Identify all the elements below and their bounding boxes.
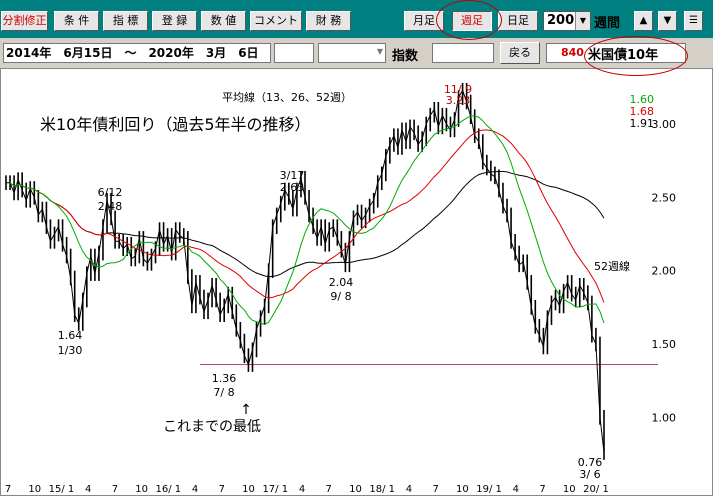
x-tick-label: 7 xyxy=(539,484,545,495)
annotation-label: 1.36 xyxy=(212,372,237,385)
menu-button[interactable]: ☰ xyxy=(684,11,703,31)
ma52-label: 52週線 xyxy=(594,259,630,273)
annotation-value: 2.63 xyxy=(280,181,305,194)
financials-button[interactable]: 財 務 xyxy=(306,11,351,31)
chevron-down-icon[interactable]: ▼ xyxy=(377,47,383,56)
x-tick-label: 4 xyxy=(299,484,305,495)
chevron-down-icon[interactable]: ▼ xyxy=(575,12,590,30)
annotation-value: 3/ 6 xyxy=(579,468,600,481)
x-tick-label: 10 xyxy=(242,484,255,495)
scroll-up-button[interactable]: ▲ xyxy=(634,11,653,31)
date-range-field[interactable]: 2014年 6月15日 〜 2020年 3月 6日 xyxy=(3,43,271,63)
split-adjust-button[interactable]: 分割修正 xyxy=(1,11,48,31)
x-tick-label: 7 xyxy=(112,484,118,495)
x-tick-label: 18/ 1 xyxy=(369,484,395,495)
y-tick-label: 1.50 xyxy=(652,338,677,351)
x-tick-label: 10 xyxy=(563,484,576,495)
period-unit-label: 週間 xyxy=(594,16,621,31)
annotation-value: 3.23 xyxy=(446,94,471,107)
annotation-value: 7/ 8 xyxy=(213,386,234,399)
register-button[interactable]: 登 録 xyxy=(152,11,197,31)
x-tick-label: 7 xyxy=(432,484,438,495)
x-tick-label: 15/ 1 xyxy=(49,484,75,495)
annotation-label: 2.04 xyxy=(329,276,354,289)
x-tick-label: 4 xyxy=(192,484,198,495)
y-tick-label: 2.00 xyxy=(652,265,677,278)
x-tick-label: 19/ 1 xyxy=(476,484,502,495)
x-tick-label: 7 xyxy=(5,484,11,495)
period-select[interactable]: 200 ▼ xyxy=(543,11,591,31)
floor-note: これまでの最低 xyxy=(163,419,261,435)
index-field[interactable] xyxy=(432,43,494,63)
x-tick-label: 10 xyxy=(135,484,148,495)
x-tick-label: 10 xyxy=(28,484,41,495)
numeric-button[interactable]: 数 値 xyxy=(201,11,246,31)
ma-legend-value: 1.91 xyxy=(630,117,655,130)
floor-arrow-icon: ↑ xyxy=(240,402,252,418)
chart-subtitle: 平均線（13、26、52週） xyxy=(222,90,352,104)
security-name: 米国債10年 xyxy=(588,48,659,63)
x-tick-label: 20/ 1 xyxy=(583,484,609,495)
back-button[interactable]: 戻る xyxy=(500,42,540,64)
toolbar: 分割修正 条 件 指 標 登 録 数 値 コメント 財 務 月足 週足 日足 2… xyxy=(0,0,713,38)
daily-button[interactable]: 日足 xyxy=(498,11,538,31)
y-tick-label: 3.00 xyxy=(652,118,677,131)
index-select[interactable]: ▼ xyxy=(318,43,386,63)
x-tick-label: 10 xyxy=(349,484,362,495)
conditions-button[interactable]: 条 件 xyxy=(54,11,99,31)
x-tick-label: 4 xyxy=(513,484,519,495)
x-tick-label: 17/ 1 xyxy=(262,484,288,495)
scroll-down-button[interactable]: ▼ xyxy=(658,11,677,31)
x-tick-label: 7 xyxy=(219,484,225,495)
y-tick-label: 2.50 xyxy=(652,191,677,204)
x-tick-label: 4 xyxy=(85,484,91,495)
x-tick-label: 7 xyxy=(326,484,332,495)
x-tick-label: 10 xyxy=(456,484,469,495)
annotation-label: 6/12 xyxy=(98,186,123,199)
annotation-value: 9/ 8 xyxy=(330,290,351,303)
comment-button[interactable]: コメント xyxy=(250,11,302,31)
price-chart: 3.00 2.50 2.00 1.50 1.00 7 10 15/ 1 4 7 10 16/ 1 4 7 1… xyxy=(0,68,713,496)
annotation-label: 1.64 xyxy=(58,329,83,342)
monthly-button[interactable]: 月足 xyxy=(404,11,444,31)
chart-title: 米10年債利回り（過去5年半の推移） xyxy=(40,115,311,134)
index-label: 指数 xyxy=(392,49,419,64)
y-tick-label: 1.00 xyxy=(652,411,677,424)
x-tick-label: 16/ 1 xyxy=(156,484,182,495)
blank-field[interactable] xyxy=(274,43,314,63)
period-value: 200 xyxy=(547,13,575,28)
security-code: 840 xyxy=(561,46,584,59)
indicator-button[interactable]: 指 標 xyxy=(103,11,148,31)
annotation-value: 1/30 xyxy=(58,344,83,357)
annotation-value: 2.48 xyxy=(98,200,123,213)
weekly-button[interactable]: 週足 xyxy=(452,11,492,31)
x-tick-label: 4 xyxy=(406,484,412,495)
